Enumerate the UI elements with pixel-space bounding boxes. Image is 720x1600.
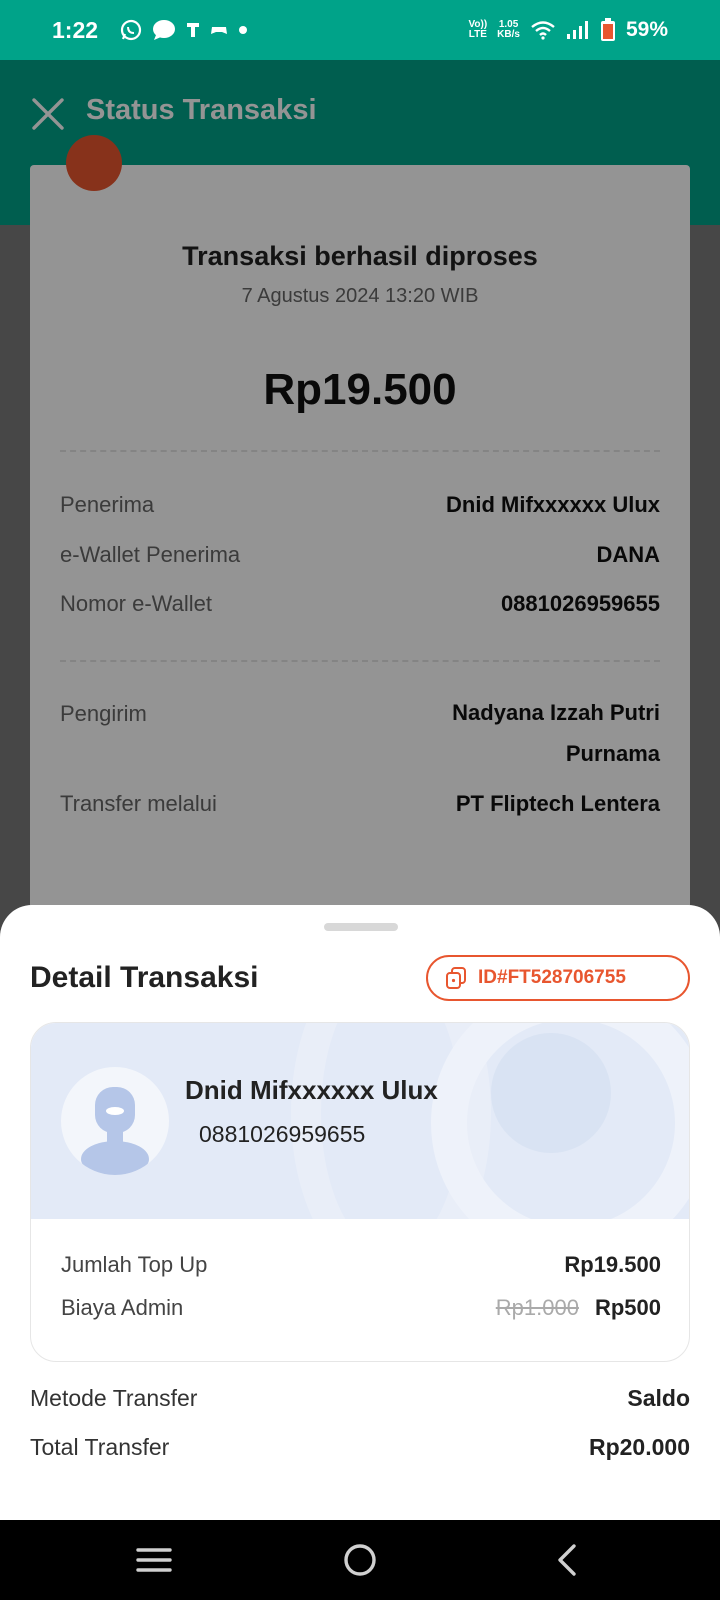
- method-value: Saldo: [627, 1385, 690, 1411]
- total-row: Total Transfer Rp20.000: [30, 1434, 690, 1461]
- transaction-id-copy-button[interactable]: ID#FT528706755: [426, 955, 690, 1001]
- speed-indicator: 1.05 KB/s: [497, 20, 520, 40]
- topup-value: Rp19.500: [564, 1252, 661, 1277]
- recipient-name: Dnid Mifxxxxxx Ulux: [185, 1075, 438, 1105]
- status-bar-right: Vo)) LTE 1.05 KB/s 59%: [468, 18, 668, 42]
- total-value: Rp20.000: [588, 1434, 690, 1460]
- whatsapp-icon: [120, 19, 142, 41]
- admin-fee-value: Rp500: [594, 1295, 661, 1320]
- wifi-icon: [530, 20, 556, 40]
- volte-bottom: LTE: [468, 29, 487, 40]
- sheet-title: Detail Transaksi: [30, 961, 259, 994]
- speed-bottom: KB/s: [497, 29, 520, 40]
- system-nav-bar: [0, 1520, 720, 1600]
- avatar: [61, 1067, 169, 1175]
- sheet-drag-handle[interactable]: [324, 923, 398, 931]
- signal-icon: [566, 20, 590, 40]
- copy-icon: [446, 967, 466, 989]
- recipient-card: Dnid Mifxxxxxx Ulux 0881026959655 Jumlah…: [30, 1022, 690, 1362]
- message-icon: [152, 19, 176, 41]
- recipient-number: 0881026959655: [199, 1121, 366, 1147]
- admin-fee-label: Biaya Admin: [61, 1295, 184, 1320]
- recipient-header: Dnid Mifxxxxxx Ulux 0881026959655: [31, 1023, 689, 1219]
- topup-row: Jumlah Top Up Rp19.500: [61, 1252, 661, 1278]
- back-icon[interactable]: [548, 1540, 588, 1580]
- home-icon[interactable]: [340, 1540, 380, 1580]
- game-icon: [210, 23, 228, 37]
- admin-fee-values: Rp1.000 Rp500: [496, 1295, 661, 1321]
- dot-icon: [238, 25, 248, 35]
- topup-label: Jumlah Top Up: [61, 1252, 208, 1277]
- recent-apps-icon[interactable]: [134, 1540, 174, 1580]
- method-row: Metode Transfer Saldo: [30, 1385, 690, 1412]
- total-label: Total Transfer: [30, 1434, 170, 1460]
- transaction-id: ID#FT528706755: [478, 967, 626, 988]
- admin-fee-original: Rp1.000: [495, 1295, 579, 1320]
- battery-icon: [600, 18, 616, 42]
- status-bar: 1:22 Vo)) LTE 1.05 KB/s 59%: [0, 0, 720, 60]
- admin-fee-row: Biaya Admin Rp1.000 Rp500: [61, 1295, 661, 1321]
- battery-percent: 59%: [625, 18, 668, 41]
- status-bar-left: 1:22: [52, 17, 248, 44]
- method-label: Metode Transfer: [30, 1385, 198, 1411]
- status-time: 1:22: [52, 16, 99, 43]
- decoration: [491, 1033, 611, 1153]
- detail-bottom-sheet: Detail Transaksi ID#FT528706755 Dnid Mif…: [0, 905, 720, 1520]
- volte-indicator: Vo)) LTE: [468, 20, 487, 40]
- user-avatar-icon: [81, 1087, 149, 1175]
- notification-icon: [186, 21, 200, 39]
